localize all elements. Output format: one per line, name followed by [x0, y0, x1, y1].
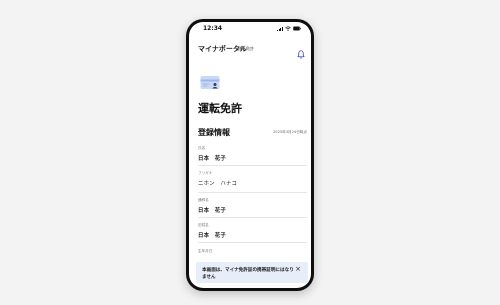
status-icons: [277, 26, 301, 31]
wifi-icon: [285, 26, 291, 31]
app-header: マイナポータル 運転免許: [189, 42, 311, 59]
divider: [198, 192, 307, 193]
license-card-icon: [200, 75, 221, 90]
bell-icon[interactable]: [297, 44, 305, 59]
divider: [198, 217, 307, 218]
app-screen: 12:34 マイナポータル 運転免許 運転免許 登録情報 2025年3月24日時…: [189, 22, 311, 288]
notice-banner: 本画面は、マイナ免許証の携帯証明にはなりません ×: [196, 262, 308, 283]
field-label: 旧姓名: [198, 223, 209, 227]
status-bar: 12:34: [189, 22, 311, 36]
close-icon[interactable]: ×: [295, 266, 301, 273]
header-subtitle: 運転免許: [238, 46, 254, 51]
phone-frame: 12:34 マイナポータル 運転免許 運転免許 登録情報 2025年3月24日時…: [186, 19, 314, 291]
field-name: 氏名 日本 花子: [198, 146, 307, 162]
section-date: 2025年3月24日時点: [273, 130, 307, 134]
field-label: 氏名: [198, 146, 206, 150]
field-label: 通称名: [198, 198, 209, 202]
field-maiden-name: 旧姓名 日本 花子: [198, 223, 307, 239]
field-value: 日本 花子: [198, 156, 226, 162]
notice-text: 本画面は、マイナ免許証の携帯証明にはなりません: [202, 268, 294, 280]
divider: [198, 165, 307, 166]
signal-icon: [277, 26, 283, 31]
field-label: 生年月日: [198, 249, 213, 253]
field-alias: 通称名 日本 花子: [198, 198, 307, 214]
divider: [198, 242, 307, 243]
battery-icon: [293, 26, 301, 31]
section-title: 登録情報: [198, 128, 230, 137]
field-label: フリガナ: [198, 171, 213, 175]
field-value: 日本 花子: [198, 233, 226, 239]
field-furigana: フリガナ ニホン ハナコ: [198, 171, 307, 187]
field-value: ニホン ハナコ: [198, 181, 238, 187]
field-birthdate: 生年月日: [198, 249, 307, 254]
status-time: 12:34: [203, 25, 223, 32]
page-title: 運転免許: [198, 102, 242, 115]
field-value: 日本 花子: [198, 208, 226, 214]
